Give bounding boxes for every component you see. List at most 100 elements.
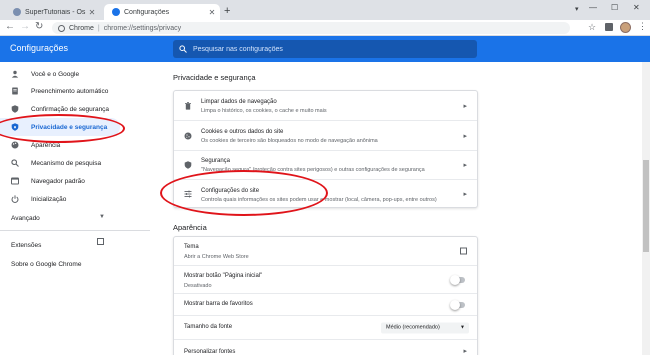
close-tab-icon[interactable]: ✕	[207, 8, 217, 17]
chevron-right-icon: ▸	[463, 102, 467, 110]
search-icon	[11, 159, 19, 167]
sidebar-item-label: Confirmação de segurança	[31, 105, 110, 113]
page-title: Configurações	[10, 43, 69, 53]
sidebar-item-avancado[interactable]: Avançado	[0, 209, 150, 227]
row-subtitle: Abrir a Chrome Web Store	[184, 254, 249, 260]
sidebar-item-preenchimento[interactable]: Preenchimento automático	[0, 82, 150, 100]
font-size-select[interactable]: Médio (recomendado) ▼	[381, 322, 469, 333]
search-icon	[179, 45, 187, 53]
new-tab-button[interactable]: +	[224, 5, 230, 17]
omnibox-separator: |	[97, 24, 100, 32]
row-subtitle: Desativado	[184, 283, 212, 289]
extensions-puzzle-icon[interactable]	[605, 23, 613, 31]
palette-icon	[11, 141, 19, 149]
sidebar-item-mecanismo-pesquisa[interactable]: Mecanismo de pesquisa	[0, 154, 150, 172]
open-in-new-icon[interactable]	[460, 247, 467, 255]
window-close-icon[interactable]: ✕	[633, 3, 640, 12]
row-title: Personalizar fontes	[184, 349, 236, 355]
row-barra-favoritos[interactable]: Mostrar barra de favoritos	[174, 293, 477, 315]
shield-icon	[184, 161, 192, 169]
browser-window: SuperTutoriais - Os melhores tut ✕ Confi…	[0, 0, 650, 355]
site-info-icon[interactable]	[58, 24, 65, 32]
omnibox-chip: Chrome	[69, 24, 94, 32]
back-arrow-icon[interactable]: ←	[5, 21, 15, 33]
sidebar-item-label: Navegador padrão	[31, 177, 85, 185]
sidebar-item-label: Avançado	[11, 214, 40, 222]
row-title: Cookies e outros dados do site	[201, 129, 284, 135]
reload-icon[interactable]: ↻	[35, 21, 43, 33]
browser-icon	[11, 177, 19, 185]
row-tamanho-fonte: Tamanho da fonte Médio (recomendado) ▼	[174, 315, 477, 339]
appearance-card: Tema Abrir a Chrome Web Store Mostrar bo…	[173, 236, 478, 355]
bookmarks-bar-toggle[interactable]	[450, 299, 465, 310]
tab-title: Configurações	[124, 8, 170, 16]
person-icon	[11, 70, 19, 78]
row-tema[interactable]: Tema Abrir a Chrome Web Store	[174, 237, 477, 265]
chevron-down-icon: ▼	[460, 324, 465, 330]
omnibox-url: chrome://settings/privacy	[103, 24, 182, 32]
chevron-down-icon[interactable]: ▼	[99, 214, 105, 220]
row-title: Tamanho da fonte	[184, 324, 233, 330]
chevron-right-icon: ▸	[463, 132, 467, 140]
toggle-knob	[450, 274, 460, 285]
sidebar-item-inicializacao[interactable]: Inicialização	[0, 190, 150, 208]
minimize-icon[interactable]: —	[589, 3, 597, 12]
chevron-right-icon: ▸	[463, 191, 467, 198]
search-input[interactable]	[193, 45, 463, 53]
tab-search-icon[interactable]: ▾	[575, 5, 579, 13]
power-icon	[11, 195, 19, 203]
row-title: Mostrar botão "Página inicial"	[184, 273, 263, 279]
sidebar-item-sobre[interactable]: Sobre o Google Chrome	[0, 255, 150, 273]
toggle-knob	[450, 299, 460, 310]
row-limpar-dados[interactable]: Limpar dados de navegação Limpa o histór…	[174, 91, 477, 120]
chevron-right-icon: ▸	[463, 347, 467, 355]
trash-icon	[184, 101, 192, 110]
gear-icon	[112, 8, 120, 16]
row-cookies[interactable]: Cookies e outros dados do site Os cookie…	[174, 120, 477, 150]
sidebar-item-voce-e-o-google[interactable]: Você e o Google	[0, 65, 150, 83]
row-subtitle: Os cookies de terceiro são bloqueados no…	[201, 138, 378, 144]
sidebar-item-navegador-padrao[interactable]: Navegador padrão	[0, 172, 150, 190]
open-in-new-icon[interactable]	[97, 238, 104, 245]
section-title-privacidade: Privacidade e segurança	[173, 73, 256, 82]
scrollbar-thumb[interactable]	[643, 160, 649, 252]
tab-configuracoes[interactable]: Configurações ✕	[104, 4, 220, 20]
settings-header: Configurações	[0, 36, 650, 62]
kebab-menu-icon[interactable]: ⋮	[638, 21, 647, 32]
shield-icon	[11, 105, 19, 113]
tab-strip: SuperTutoriais - Os melhores tut ✕ Confi…	[0, 0, 650, 20]
row-title: Tema	[184, 244, 199, 250]
home-button-toggle[interactable]	[450, 274, 465, 285]
sidebar: Você e o Google Preenchimento automático…	[0, 62, 150, 355]
site-favicon-icon	[13, 8, 21, 16]
avatar[interactable]	[620, 22, 631, 33]
section-title-aparencia: Aparência	[173, 223, 207, 232]
tab-title: SuperTutoriais - Os melhores tut	[25, 8, 87, 16]
annotation-oval-site-settings	[160, 170, 328, 216]
cookie-icon	[184, 132, 192, 140]
sidebar-item-label: Mecanismo de pesquisa	[31, 159, 102, 167]
browser-toolbar: ← → ↻ Chrome | chrome://settings/privacy…	[0, 20, 650, 36]
document-icon	[11, 87, 19, 95]
sidebar-item-label: Sobre o Google Chrome	[11, 260, 82, 268]
sidebar-item-label: Você e o Google	[31, 70, 80, 78]
sidebar-item-label: Extensões	[11, 241, 42, 249]
row-botao-pagina-inicial[interactable]: Mostrar botão "Página inicial" Desativad…	[174, 265, 477, 293]
row-subtitle: Limpa o histórico, os cookies, o cache e…	[201, 108, 327, 114]
bookmark-star-icon[interactable]: ☆	[588, 22, 596, 33]
sidebar-item-label: Preenchimento automático	[31, 87, 109, 95]
sidebar-divider	[0, 230, 150, 231]
address-bar[interactable]: Chrome | chrome://settings/privacy	[52, 22, 570, 34]
sidebar-item-extensoes[interactable]: Extensões	[0, 236, 150, 254]
chevron-right-icon: ▸	[463, 162, 467, 169]
tab-supertutoriais[interactable]: SuperTutoriais - Os melhores tut ✕	[8, 4, 100, 20]
row-title: Segurança	[201, 158, 231, 164]
forward-arrow-icon[interactable]: →	[20, 21, 30, 33]
select-value: Médio (recomendado)	[386, 324, 440, 331]
sidebar-item-label: Inicialização	[31, 195, 67, 203]
row-title: Limpar dados de navegação	[201, 99, 277, 105]
settings-search[interactable]	[173, 40, 477, 58]
row-personalizar-fontes[interactable]: Personalizar fontes ▸	[174, 339, 477, 355]
maximize-icon[interactable]: ☐	[611, 3, 618, 12]
close-tab-icon[interactable]: ✕	[87, 8, 97, 17]
